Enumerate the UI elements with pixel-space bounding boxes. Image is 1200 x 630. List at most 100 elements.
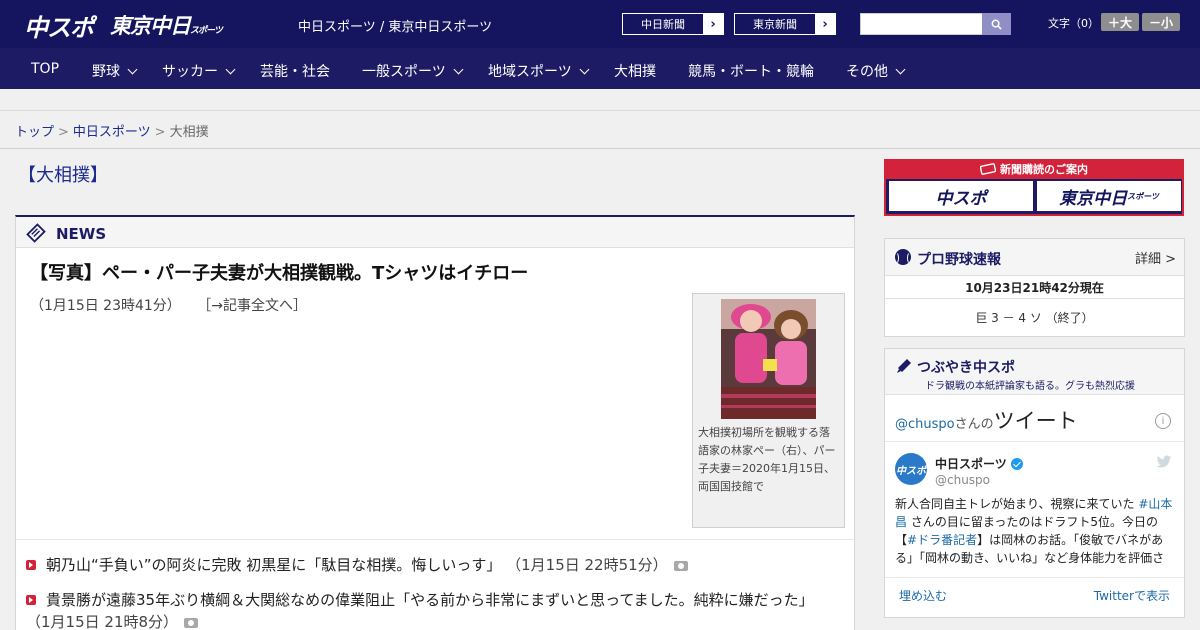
news-list-item[interactable]: 貴景勝が遠藤35年ぶり横綱＆大関総なめの偉業阻止「やる前から非常にまずいと思って… — [26, 589, 841, 630]
nav-item-other[interactable]: その他 — [846, 61, 906, 81]
featured-headline[interactable]: 【写真】ペー・パー子夫妻が大相撲観戦。Tシャツはイチロー — [30, 259, 528, 285]
breadcrumb-current: 大相撲 — [169, 125, 209, 140]
twitter-bird-icon[interactable] — [1156, 455, 1172, 469]
chevron-down-icon — [127, 64, 138, 74]
chevron-down-icon — [225, 64, 236, 74]
tokyo-logo-small: スポーツ — [190, 26, 223, 36]
nav-label: 野球 — [92, 64, 120, 80]
tokyo-chunichi-logo[interactable]: 東京中日スポーツ — [110, 10, 223, 40]
baseball-updated-time: 10月23日21時42分現在 — [885, 277, 1184, 299]
top-header: 中スポ 東京中日スポーツ 中日スポーツ / 東京中日スポーツ 中日新聞 › 東京… — [0, 0, 1200, 48]
search-button[interactable] — [982, 13, 1011, 35]
nav-label: 大相撲 — [614, 64, 656, 80]
newspaper-icon — [26, 223, 46, 243]
news-list-item[interactable]: 朝乃山“手負い”の阿炎に完敗 初黒星に「駄目な相撲。悔しいっす」 （1月15日 … — [26, 554, 841, 576]
tokyo-subscribe-text: 東京中日 — [1059, 188, 1128, 209]
nav-item-top[interactable]: TOP — [31, 61, 59, 77]
nav-label: 一般スポーツ — [362, 64, 446, 80]
featured-meta: （1月15日 23時41分） ［→記事全文へ］ — [30, 295, 307, 315]
breadcrumb: トップ > 中日スポーツ > 大相撲 — [0, 111, 1200, 149]
ticket-icon — [980, 163, 996, 175]
search-icon — [991, 19, 1002, 30]
twitter-widget-header: つぶやき中スポ ドラ観戦の本紙評論家も語る。グラも熱烈応援 — [885, 349, 1184, 395]
news-item-title: 朝乃山“手負い”の阿炎に完敗 初黒星に「駄目な相撲。悔しいっす」 — [46, 556, 502, 574]
tweets-footer-divider — [885, 577, 1184, 578]
tokyo-shimbun-label: 東京新聞 — [753, 18, 797, 31]
play-bullet-icon — [26, 594, 36, 605]
font-smaller-button[interactable]: －小 — [1142, 13, 1180, 31]
tweets-heading-handle[interactable]: @chuspo — [895, 417, 955, 432]
tweet-text: 新人合同自主トレが始まり、視察に来ていた #山本昌 さんの目に留まったのはドラフ… — [895, 495, 1175, 569]
account-name[interactable]: 中日スポーツ — [935, 455, 1023, 472]
page-title: 【大相撲】 — [18, 165, 108, 186]
sumo-spectators-photo — [721, 299, 816, 419]
breadcrumb-separator: > — [154, 125, 166, 140]
baseball-icon — [895, 249, 911, 265]
site-name: 中日スポーツ / 東京中日スポーツ — [298, 20, 493, 35]
twitter-widget: つぶやき中スポ ドラ観戦の本紙評論家も語る。グラも熱烈応援 @chuspoさんの… — [884, 348, 1185, 618]
sub-nav-strip — [0, 89, 1200, 111]
tokyo-subscribe-small: スポーツ — [1127, 191, 1159, 201]
read-full-article-link[interactable]: ［→記事全文へ］ — [197, 298, 307, 314]
chuspo-subscribe-button[interactable]: 中スポ — [889, 181, 1033, 211]
breadcrumb-top[interactable]: トップ — [15, 125, 54, 140]
chevron-right-icon: › — [815, 14, 835, 34]
info-icon[interactable]: i — [1155, 413, 1171, 429]
embed-link[interactable]: 埋め込む — [899, 587, 947, 604]
nav-item-soccer[interactable]: サッカー — [162, 61, 236, 81]
nav-label: その他 — [846, 64, 888, 80]
nav-item-baseball[interactable]: 野球 — [92, 61, 138, 81]
chunichi-shimbun-link[interactable]: 中日新聞 › — [622, 13, 724, 35]
chunichi-shimbun-label: 中日新聞 — [641, 18, 685, 31]
news-item-title: 貴景勝が遠藤35年ぶり横綱＆大関総なめの偉業阻止「やる前から非常にまずいと思って… — [46, 591, 814, 609]
tokyo-chunichi-subscribe-button[interactable]: 東京中日 スポーツ — [1037, 181, 1181, 211]
nav-label: サッカー — [162, 64, 218, 80]
tokyo-shimbun-link[interactable]: 東京新聞 › — [734, 13, 836, 35]
main-nav: TOP 野球 サッカー 芸能・社会 一般スポーツ 地域スポーツ 大相撲 競馬・ボ… — [0, 48, 1200, 89]
baseball-header: プロ野球速報 詳細 > — [885, 239, 1184, 276]
breadcrumb-chuspo[interactable]: 中日スポーツ — [73, 125, 151, 140]
nav-label: 地域スポーツ — [488, 64, 572, 80]
news-section-label: NEWS — [56, 225, 107, 243]
baseball-title: プロ野球速報 — [917, 252, 1001, 268]
photo-caption: 大相撲初場所を観戦する落語家の林家ペー（右）、パー子夫妻＝2020年1月15日、… — [698, 426, 836, 493]
hashtag-link[interactable]: #ドラ番記者 — [907, 533, 977, 547]
subscription-banner-title: 新聞購読のご案内 — [886, 159, 1182, 179]
megaphone-icon — [897, 359, 911, 373]
news-divider — [16, 539, 854, 540]
camera-icon — [184, 617, 199, 628]
font-bigger-button[interactable]: ＋大 — [1101, 13, 1139, 31]
camera-icon — [673, 560, 688, 571]
account-handle[interactable]: @chuspo — [935, 473, 990, 487]
avatar[interactable]: 中スポ — [895, 453, 927, 485]
featured-date: （1月15日 23時41分） — [30, 298, 181, 314]
tweet-text-part: 新人合同自主トレが始まり、視察に来ていた — [895, 497, 1139, 511]
nav-label: 芸能・社会 — [260, 64, 330, 80]
twitter-widget-subtitle: ドラ観戦の本紙評論家も語る。グラも熱烈応援 — [925, 381, 1135, 392]
baseball-score-box: プロ野球速報 詳細 > 10月23日21時42分現在 巨 3 － 4 ソ （終了… — [884, 238, 1185, 337]
subscription-banner[interactable]: 新聞購読のご案内 中スポ 東京中日 スポーツ — [884, 159, 1184, 216]
nav-item-racing[interactable]: 競馬・ボート・競輪 — [688, 61, 814, 81]
tokyo-logo-text: 東京中日 — [110, 14, 191, 38]
view-on-twitter-link[interactable]: Twitterで表示 — [1094, 587, 1170, 604]
search-input[interactable] — [860, 13, 984, 35]
chuspo-logo[interactable]: 中スポ — [24, 8, 94, 43]
nav-item-general-sports[interactable]: 一般スポーツ — [362, 61, 464, 81]
play-bullet-icon — [26, 559, 36, 570]
nav-item-local-sports[interactable]: 地域スポーツ — [488, 61, 590, 81]
nav-item-entertainment[interactable]: 芸能・社会 — [260, 61, 330, 81]
nav-label: 競馬・ボート・競輪 — [688, 64, 814, 80]
account-name-text: 中日スポーツ — [935, 457, 1007, 471]
photo-card[interactable]: 大相撲初場所を観戦する落語家の林家ペー（右）、パー子夫妻＝2020年1月15日、… — [692, 293, 845, 528]
chevron-right-icon: › — [703, 14, 723, 34]
chevron-down-icon — [895, 64, 906, 74]
baseball-details-link[interactable]: 詳細 > — [1135, 248, 1176, 267]
nav-label: TOP — [31, 61, 60, 77]
nav-item-sumo[interactable]: 大相撲 — [614, 61, 656, 81]
news-item-date: （1月15日 22時51分） — [506, 556, 668, 574]
baseball-score[interactable]: 巨 3 － 4 ソ （終了） — [885, 309, 1184, 326]
subscription-banner-text: 新聞購読のご案内 — [1000, 163, 1088, 176]
chevron-down-icon — [579, 64, 590, 74]
tweets-heading: @chuspoさんのツイート — [895, 405, 1078, 435]
verified-badge-icon — [1010, 457, 1023, 470]
